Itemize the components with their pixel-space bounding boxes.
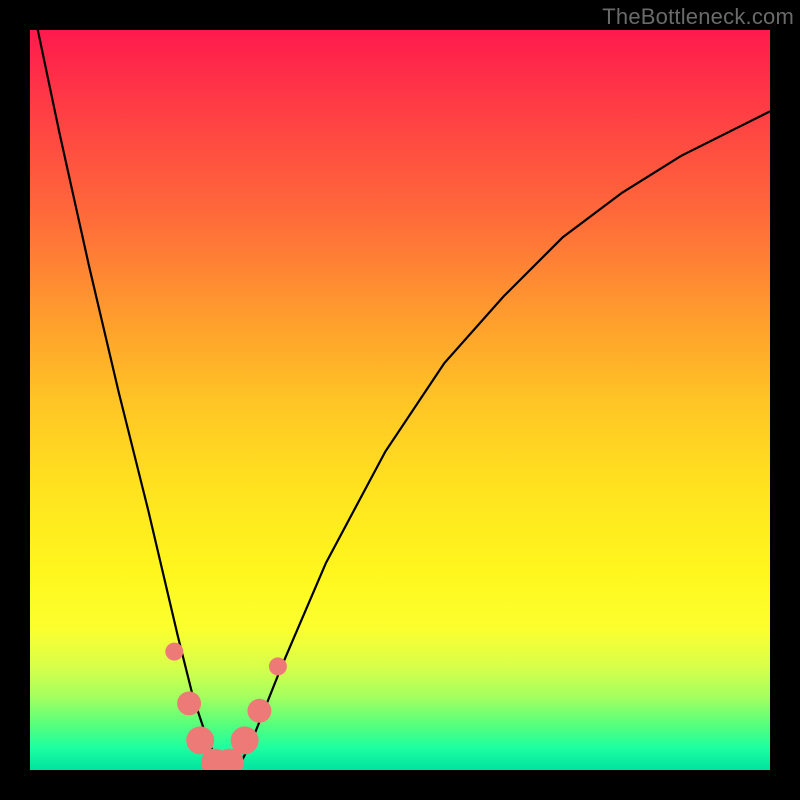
curve-marker	[231, 726, 259, 754]
watermark-text: TheBottleneck.com	[602, 4, 794, 30]
chart-frame: TheBottleneck.com	[0, 0, 800, 800]
chart-overlay	[30, 30, 770, 770]
curve-marker	[247, 699, 271, 723]
curve-marker	[177, 691, 201, 715]
chart-plot-area	[30, 30, 770, 770]
curve-marker	[165, 643, 183, 661]
bottleneck-curve	[30, 30, 770, 770]
curve-marker	[269, 657, 287, 675]
